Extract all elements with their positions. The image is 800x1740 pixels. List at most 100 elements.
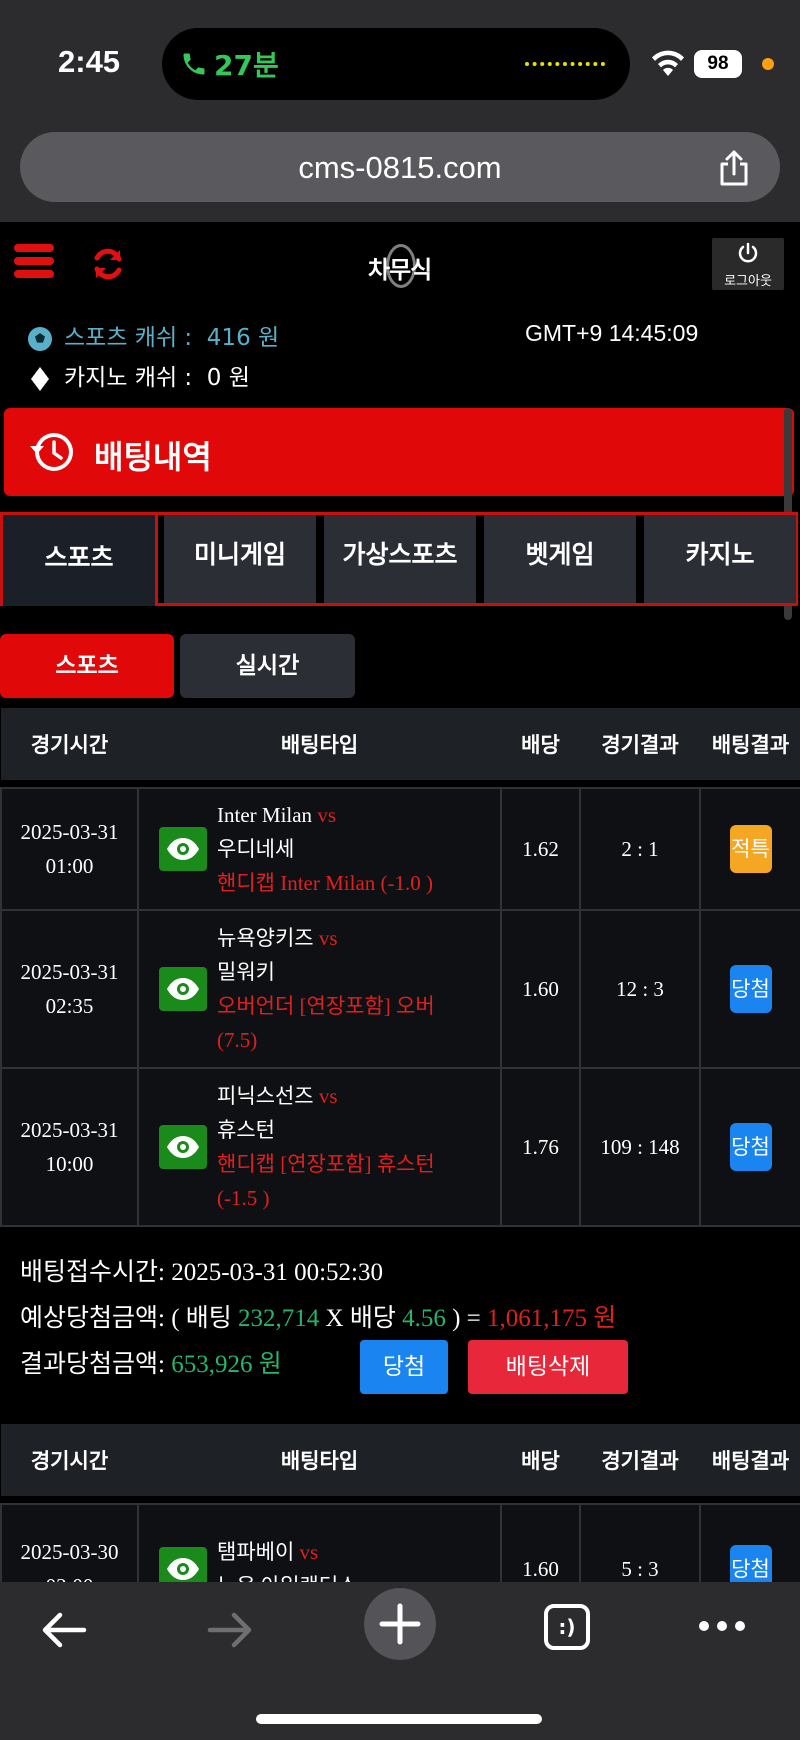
more-options-icon[interactable] — [698, 1620, 746, 1632]
subtab-live[interactable]: 실시간 — [180, 634, 355, 698]
bet-type-cell: 뉴욕양키즈 vs 밀워키 오버언더 [연장포함] 오버 (7.5) — [137, 909, 502, 1069]
odds-cell: 1.62 — [500, 787, 581, 911]
vs-label: vs — [318, 1084, 338, 1108]
table-row: 2025-03-31 10:00 피닉스선즈 vs 휴스턴 핸디캡 [연장포함]… — [0, 1067, 800, 1227]
bet-type-cell: Inter Milan vs 우디네세 핸디캡 Inter Milan (-1.… — [137, 787, 502, 911]
privacy-dot — [762, 58, 774, 70]
wifi-icon — [652, 50, 684, 76]
sports-cash-row: 스포츠 캐쉬 : 416 원 — [26, 318, 279, 352]
share-icon[interactable] — [716, 148, 752, 188]
forward-arrow-icon[interactable] — [206, 1610, 254, 1650]
refresh-icon[interactable] — [90, 246, 126, 282]
status-badge: 당첨 — [729, 965, 772, 1013]
diamond-icon — [31, 366, 49, 391]
home-team: 탬파베이 — [217, 1540, 295, 1564]
home-team: 뉴욕양키즈 — [217, 926, 314, 950]
tabs-overview-icon[interactable]: :) — [544, 1604, 590, 1650]
browser-chrome: cms-0815.com — [0, 120, 800, 222]
col-header-bet-result: 배팅결과 — [700, 708, 800, 780]
home-indicator[interactable] — [256, 1714, 542, 1724]
new-tab-button[interactable] — [364, 1588, 436, 1660]
logout-button[interactable]: 로그아웃 — [712, 238, 784, 290]
page-title: 배팅내역 — [94, 438, 212, 476]
home-team: Inter Milan — [217, 803, 313, 827]
status-badge: 적특 — [729, 825, 772, 873]
casino-cash-value: 0 원 — [206, 365, 250, 391]
power-icon — [738, 242, 758, 263]
tab-minigame[interactable]: 미니게임 — [164, 515, 316, 603]
eye-icon[interactable] — [159, 1125, 207, 1169]
match-time-cell: 2025-03-31 01:00 — [0, 787, 139, 911]
back-arrow-icon[interactable] — [40, 1610, 88, 1650]
col-header-odds: 배당 — [501, 1424, 580, 1496]
table-row: 2025-03-31 01:00 Inter Milan vs 우디네세 핸디캡… — [0, 787, 800, 911]
call-duration: 27분 — [214, 49, 279, 82]
site-logo[interactable]: 차무식 — [350, 244, 450, 288]
eye-icon[interactable] — [159, 967, 207, 1011]
history-clock-icon — [30, 433, 73, 471]
bet-amount: 232,714 — [238, 1305, 320, 1332]
total-odds: 4.56 — [402, 1305, 446, 1332]
delete-bet-button[interactable]: 배팅삭제 — [468, 1340, 628, 1394]
vs-label: vs — [318, 926, 338, 950]
odds-cell: 1.76 — [500, 1067, 581, 1227]
status-time: 2:45 — [58, 44, 121, 79]
col-header-bet-type: 배팅타입 — [138, 708, 501, 780]
address-bar[interactable]: cms-0815.com — [20, 132, 780, 202]
subtab-sports[interactable]: 스포츠 — [0, 634, 174, 698]
col-header-match-time: 경기시간 — [1, 708, 138, 780]
away-team: 밀워키 — [217, 960, 275, 984]
tab-casino[interactable]: 카지노 — [644, 515, 796, 603]
away-team: 우디네세 — [217, 837, 295, 861]
site-header: 차무식 로그아웃 — [0, 222, 800, 302]
table-header-row: 경기시간 배팅타입 배당 경기결과 배팅결과 — [1, 1424, 800, 1496]
col-header-bet-type: 배팅타입 — [138, 1424, 501, 1496]
battery-indicator: 98 — [694, 50, 742, 78]
expected-amount-line: 예상당첨금액: ( 배팅 232,714 X 배당 4.56 ) = 1,061… — [20, 1305, 617, 1332]
bet-pick-line: (-1.5 ) — [217, 1186, 270, 1210]
logout-label: 로그아웃 — [724, 274, 772, 289]
bet-history-table: 경기시간 배팅타입 배당 경기결과 배팅결과 2025-03-31 01:00 … — [0, 708, 800, 1227]
bet-result-cell: 당첨 — [699, 909, 800, 1069]
soccer-ball-icon — [28, 326, 52, 351]
expected-amount: 1,061,175 원 — [487, 1305, 617, 1332]
audio-wave-icon — [525, 62, 605, 66]
browser-toolbar: :) — [0, 1582, 800, 1740]
status-badge: 당첨 — [729, 1123, 772, 1171]
plus-icon — [379, 1603, 421, 1645]
phone-icon — [183, 53, 205, 75]
url-text[interactable]: cms-0815.com — [20, 150, 780, 186]
tab-betgame[interactable]: 벳게임 — [484, 515, 636, 603]
away-team: 휴스턴 — [217, 1118, 275, 1142]
table-row: 2025-03-31 02:35 뉴욕양키즈 vs 밀워키 오버언더 [연장포함… — [0, 909, 800, 1069]
tab-virtual-sports[interactable]: 가상스포츠 — [324, 515, 476, 603]
match-time-cell: 2025-03-31 10:00 — [0, 1067, 139, 1227]
hamburger-menu-icon[interactable] — [14, 244, 54, 284]
casino-cash-label: 카지노 캐쉬 : — [64, 365, 193, 391]
col-header-match-time: 경기시간 — [1, 1424, 138, 1496]
tab-sports[interactable]: 스포츠 — [0, 512, 158, 606]
match-time-cell: 2025-03-31 02:35 — [0, 909, 139, 1069]
home-team: 피닉스선즈 — [217, 1084, 314, 1108]
eye-icon[interactable] — [159, 827, 207, 871]
vs-label: vs — [299, 1540, 319, 1564]
main-tabs: 스포츠 미니게임 가상스포츠 벳게임 카지노 — [0, 512, 800, 606]
result-amount: 653,926 원 — [171, 1351, 282, 1378]
sports-cash-value: 416 원 — [206, 325, 280, 351]
bet-pick: 핸디캡 Inter Milan (-1.0 ) — [217, 871, 433, 895]
win-status-button[interactable]: 당첨 — [360, 1340, 448, 1394]
col-header-match-result: 경기결과 — [580, 708, 700, 780]
vs-label: vs — [317, 803, 336, 827]
page-title-banner: 배팅내역 — [4, 408, 794, 496]
received-time-line: 배팅접수시간: 2025-03-31 00:52:30 — [20, 1259, 383, 1286]
score-cell: 12 : 3 — [579, 909, 701, 1069]
score-cell: 109 : 148 — [579, 1067, 701, 1227]
score-cell: 2 : 1 — [579, 787, 701, 911]
bet-pick: 오버언더 [연장포함] 오버 — [217, 994, 435, 1018]
bet-pick-line: (7.5) — [217, 1028, 258, 1052]
col-header-match-result: 경기결과 — [580, 1424, 700, 1496]
bet-result-cell: 당첨 — [699, 1067, 800, 1227]
sports-cash-label: 스포츠 캐쉬 : — [64, 325, 193, 351]
odds-cell: 1.60 — [500, 909, 581, 1069]
status-bar: 2:45 27분 98 — [0, 0, 800, 120]
